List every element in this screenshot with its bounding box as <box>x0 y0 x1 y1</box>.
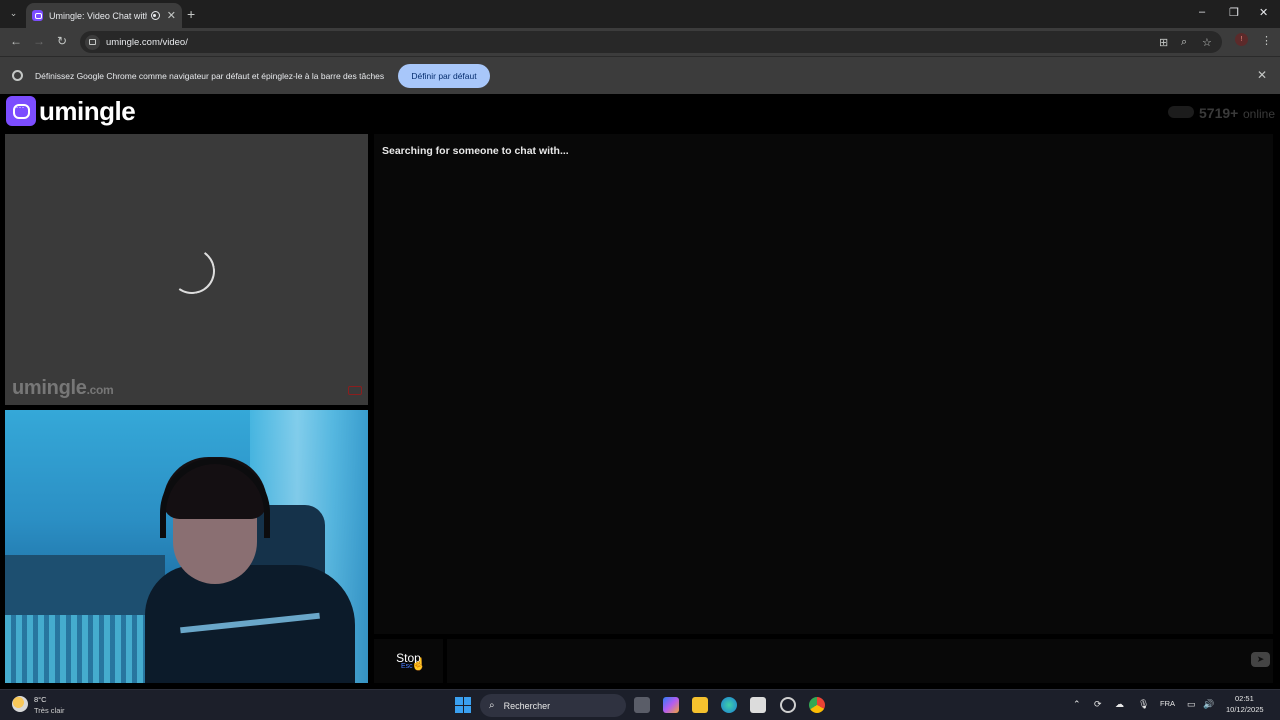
set-default-button[interactable]: Définir par défaut <box>398 64 490 88</box>
address-bar[interactable]: umingle.com/video/ ⊞ ⌕ ☆ <box>80 31 1222 53</box>
minimize-button[interactable]: – <box>1199 6 1205 18</box>
browser-tab-strip: ⌄ Umingle: Video Chat with S ✕ + – ❐ ✕ <box>0 0 1280 28</box>
windows-taskbar: 8°C Très clair ⌕ Rechercher ⌃ ⟳ ☁ 🎙 FRA … <box>0 689 1280 720</box>
taskbar-search[interactable]: ⌕ Rechercher <box>480 694 626 717</box>
tab-close-icon[interactable]: ✕ <box>167 9 176 22</box>
weather-temperature[interactable]: 8°C <box>34 695 47 704</box>
edge-browser-icon[interactable] <box>721 697 737 713</box>
clock-date[interactable]: 10/12/2025 <box>1226 705 1264 714</box>
stranger-video-panel: umingle.com <box>5 134 368 405</box>
report-flag-icon[interactable] <box>348 386 362 395</box>
profile-avatar[interactable]: ! <box>1235 33 1248 46</box>
recording-indicator-icon <box>150 11 160 20</box>
sync-icon[interactable]: ⟳ <box>1094 699 1102 710</box>
chrome-logo-icon <box>12 70 23 81</box>
watermark-text: umingle <box>12 377 87 399</box>
send-icon[interactable]: ➤ <box>1251 652 1270 667</box>
watermark-suffix: .com <box>86 383 114 397</box>
umingle-watermark: umingle.com <box>12 377 114 400</box>
online-label: online <box>1243 107 1276 121</box>
online-indicator <box>1168 106 1194 118</box>
stop-button[interactable]: Stop <box>374 639 443 683</box>
new-tab-button[interactable]: + <box>187 6 195 22</box>
zoom-icon[interactable]: ⌕ <box>1181 36 1187 49</box>
restore-button[interactable]: ❐ <box>1229 6 1239 19</box>
status-message: Searching for someone to chat with... <box>382 145 569 157</box>
forward-arrow-icon[interactable]: → <box>33 34 45 48</box>
back-arrow-icon[interactable]: ← <box>10 34 22 48</box>
weather-icon[interactable] <box>12 696 28 712</box>
microsoft-store-icon[interactable] <box>750 697 766 713</box>
search-icon: ⌕ <box>489 700 495 711</box>
infobar-close-icon[interactable]: ✕ <box>1257 68 1267 82</box>
language-indicator[interactable]: FRA <box>1160 699 1175 708</box>
onedrive-icon[interactable]: ☁ <box>1115 699 1124 710</box>
loading-spinner-icon <box>165 244 219 298</box>
chat-log: Searching for someone to chat with... <box>374 134 1273 634</box>
default-browser-infobar: Définissez Google Chrome comme navigateu… <box>0 56 1280 94</box>
windows-start-icon[interactable] <box>455 697 471 713</box>
self-camera-video <box>5 410 368 683</box>
file-explorer-icon[interactable] <box>692 697 708 713</box>
microphone-icon[interactable]: 🎙 <box>1138 699 1149 710</box>
umingle-favicon-icon <box>32 10 43 21</box>
browser-toolbar: ← → ↻ umingle.com/video/ ⊞ ⌕ ☆ <box>0 28 1280 56</box>
chrome-menu-icon[interactable]: ⋮ <box>1261 34 1272 47</box>
copilot-icon[interactable] <box>663 697 679 713</box>
mouse-cursor-icon: ☝ <box>411 657 426 671</box>
translate-icon[interactable]: ⊞ <box>1159 36 1168 49</box>
bookmark-star-icon[interactable]: ☆ <box>1202 36 1212 49</box>
window-close-button[interactable]: ✕ <box>1259 6 1268 19</box>
weather-condition[interactable]: Très clair <box>34 706 65 715</box>
infobar-message: Définissez Google Chrome comme navigateu… <box>35 71 385 81</box>
umingle-logo-icon[interactable] <box>6 96 36 126</box>
settings-gear-icon[interactable] <box>780 697 796 713</box>
online-count: 5719+ <box>1199 105 1239 121</box>
volume-icon[interactable]: 🔊 <box>1203 699 1214 710</box>
tray-chevron-up-icon[interactable]: ⌃ <box>1073 699 1081 710</box>
chat-message-input[interactable] <box>447 639 1273 683</box>
task-view-icon[interactable] <box>634 697 650 713</box>
site-info-icon[interactable] <box>85 34 100 50</box>
umingle-page: umingle 5719+ online umingle.com Searchi… <box>0 94 1280 689</box>
search-placeholder: Rechercher <box>503 700 551 711</box>
url-text[interactable]: umingle.com/video/ <box>106 37 188 48</box>
tab-title: Umingle: Video Chat with S <box>49 10 147 21</box>
umingle-logo-text[interactable]: umingle <box>39 96 136 127</box>
reload-icon[interactable]: ↻ <box>57 34 67 48</box>
network-icon[interactable]: ▭ <box>1187 699 1196 710</box>
chrome-taskbar-icon[interactable] <box>809 697 825 713</box>
tab-search-chevron-icon[interactable]: ⌄ <box>5 5 22 22</box>
clock-time[interactable]: 02:51 <box>1235 694 1254 703</box>
browser-tab-umingle[interactable]: Umingle: Video Chat with S ✕ <box>26 3 182 28</box>
